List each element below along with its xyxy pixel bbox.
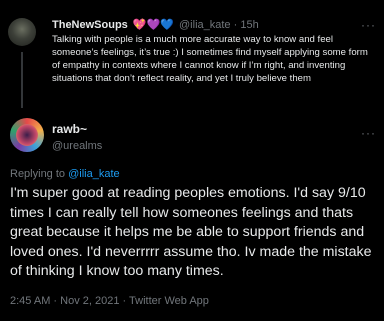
parent-avatar[interactable] [8, 18, 36, 46]
main-tweet-text: I'm super good at reading peoples emotio… [10, 185, 372, 280]
parent-handle[interactable]: @ilia_kate [179, 19, 231, 31]
thread-connector-line [21, 52, 23, 108]
main-display-name[interactable]: rawb~ [52, 122, 87, 137]
tweet-timestamp[interactable]: 2:45 AM · Nov 2, 2021 · Twitter Web App [10, 294, 209, 308]
parent-tweet-text: Talking with people is a much more accur… [52, 34, 368, 84]
parent-tweet-header: TheNewSoups 💖💜💙 @ilia_kate · 15h [52, 18, 259, 32]
parent-name-emoji: 💖💜💙 [132, 19, 174, 31]
replying-to-mention[interactable]: @ilia_kate [68, 168, 120, 180]
main-avatar[interactable] [10, 118, 44, 152]
parent-more-menu-icon[interactable]: ··· [361, 18, 376, 32]
parent-time[interactable]: 15h [240, 19, 258, 31]
parent-separator: · [233, 19, 238, 31]
main-more-menu-icon[interactable]: ··· [361, 126, 376, 140]
parent-display-name[interactable]: TheNewSoups [52, 19, 128, 31]
replying-to-line: Replying to @ilia_kate [10, 167, 120, 181]
replying-prefix: Replying to [10, 168, 69, 180]
main-handle[interactable]: @urealms [52, 139, 102, 153]
